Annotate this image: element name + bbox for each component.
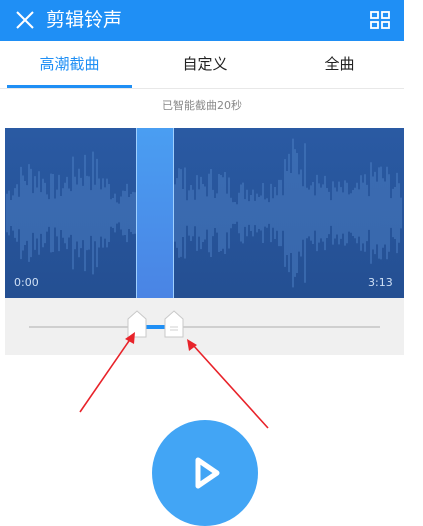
- tab-custom[interactable]: 自定义: [145, 41, 265, 88]
- start-handle[interactable]: [127, 310, 147, 338]
- tab-bar: 高潮截曲 自定义 全曲: [0, 41, 404, 89]
- play-icon: [195, 457, 220, 489]
- slider-track: [29, 326, 380, 328]
- tab-full-song[interactable]: 全曲: [282, 41, 397, 88]
- page-title: 剪辑铃声: [46, 9, 123, 31]
- app-bar: 剪辑铃声: [0, 0, 404, 41]
- play-button[interactable]: [152, 420, 258, 526]
- waveform: [6, 138, 402, 288]
- end-handle[interactable]: [164, 310, 184, 338]
- close-icon[interactable]: [14, 9, 36, 31]
- range-slider[interactable]: [5, 298, 404, 355]
- tab-indicator: [7, 85, 132, 88]
- status-text: 已智能截曲20秒: [162, 99, 242, 112]
- start-time: 0:00: [14, 276, 39, 289]
- tab-highlight[interactable]: 高潮截曲: [7, 41, 132, 88]
- grid-icon[interactable]: [369, 9, 391, 31]
- end-time: 3:13: [368, 276, 393, 289]
- waveform-panel[interactable]: 0:00 3:13: [5, 128, 404, 298]
- selection-range[interactable]: [136, 128, 174, 298]
